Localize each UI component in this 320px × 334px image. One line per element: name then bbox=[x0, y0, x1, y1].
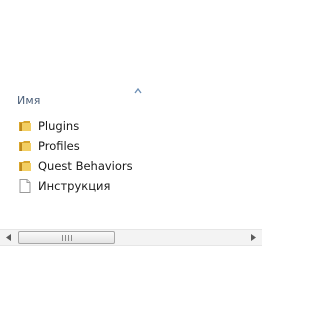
scrollbar-thumb[interactable] bbox=[18, 231, 115, 244]
list-item-quest-behaviors[interactable]: Quest Behaviors bbox=[0, 156, 262, 176]
folder-icon bbox=[19, 161, 31, 171]
file-name: Quest Behaviors bbox=[38, 159, 133, 173]
column-header-name[interactable]: Имя bbox=[17, 94, 40, 107]
file-explorer-pane: Имя Plugins Profiles Quest Behaviors Инс… bbox=[0, 0, 262, 334]
file-name: Plugins bbox=[38, 119, 80, 133]
sort-ascending-icon bbox=[134, 87, 142, 94]
arrow-right-icon bbox=[251, 234, 256, 241]
scroll-left-button[interactable] bbox=[1, 230, 17, 245]
file-list: Plugins Profiles Quest Behaviors Инструк… bbox=[0, 116, 262, 196]
scroll-right-button[interactable] bbox=[245, 230, 261, 245]
list-item-plugins[interactable]: Plugins bbox=[0, 116, 262, 136]
list-item-profiles[interactable]: Profiles bbox=[0, 136, 262, 156]
horizontal-scrollbar[interactable] bbox=[0, 229, 262, 246]
file-name: Profiles bbox=[38, 139, 80, 153]
grip-icon bbox=[62, 235, 72, 241]
file-name: Инструкция bbox=[38, 179, 111, 193]
folder-icon bbox=[19, 121, 31, 131]
document-icon bbox=[19, 179, 31, 193]
column-header[interactable]: Имя bbox=[0, 84, 262, 112]
folder-icon bbox=[19, 141, 31, 151]
list-item-instruction[interactable]: Инструкция bbox=[0, 176, 262, 196]
arrow-left-icon bbox=[6, 234, 11, 241]
